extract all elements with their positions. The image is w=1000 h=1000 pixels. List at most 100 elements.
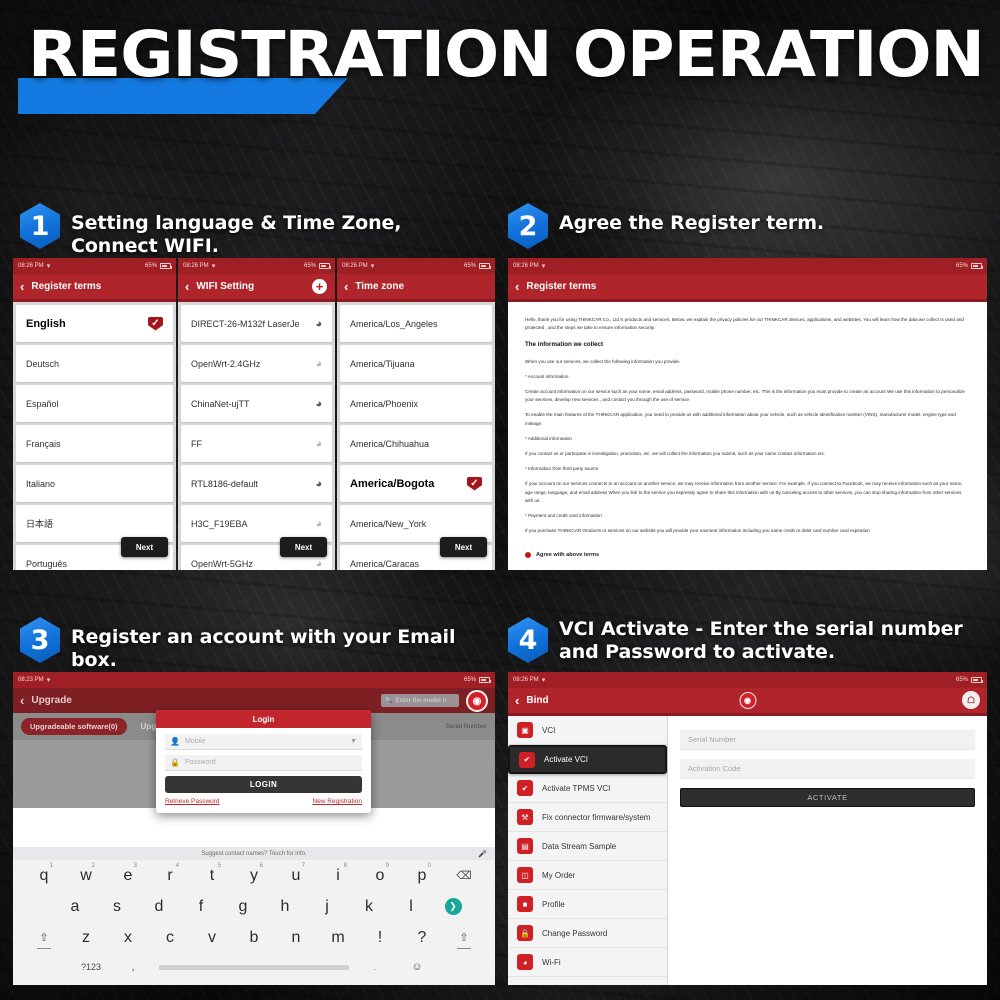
chevron-left-icon[interactable]: ‹ (20, 280, 24, 293)
chevron-left-icon[interactable]: ‹ (20, 694, 24, 707)
activation-code-input[interactable]: Activation Code (680, 759, 975, 779)
wifi-network-item[interactable]: ChinaNet-ujTT ◕ (181, 385, 332, 422)
chevron-left-icon[interactable]: ‹ (515, 694, 519, 707)
timezone-item-selected[interactable]: America/Bogota ✓ (340, 465, 492, 502)
key-g[interactable]: g (222, 891, 264, 922)
shift-icon-right[interactable]: ⇧ (443, 922, 485, 953)
timezone-item[interactable]: America/Los_Angeles (340, 305, 492, 342)
home-icon[interactable]: ☖ (962, 691, 980, 709)
key-v[interactable]: v (191, 922, 233, 953)
language-screen: 08:26 PM ▾ 65% ‹ Register terms English … (13, 258, 176, 570)
search-input[interactable]: 🔍 Enter the model n (381, 694, 459, 707)
key-q[interactable]: 1q (23, 860, 65, 891)
plus-icon[interactable]: + (312, 279, 327, 294)
wifi-icon: ▾ (211, 263, 216, 270)
agree-terms-row[interactable]: Agree with above terms (508, 548, 987, 566)
timezone-next-button[interactable]: Next (440, 537, 487, 557)
caret-down-icon[interactable]: ▼ (350, 738, 357, 745)
wifi-network-item[interactable]: RTL8186-default ◕ (181, 465, 332, 502)
microphone-icon[interactable]: 🎤 (478, 850, 487, 858)
camera-icon[interactable]: ◉ (739, 692, 756, 709)
key-period[interactable]: . (354, 953, 396, 981)
new-registration-link[interactable]: New Registration (313, 798, 363, 805)
upgrade-tab[interactable]: Upg (141, 722, 157, 731)
chevron-left-icon[interactable]: ‹ (344, 280, 348, 293)
upgradeable-software-pill[interactable]: Upgradeable software(0) (21, 718, 127, 735)
sidebar-item-my-order[interactable]: ◫ My Order (508, 861, 667, 890)
key-e[interactable]: 3e (107, 860, 149, 891)
key-d[interactable]: d (138, 891, 180, 922)
key-k[interactable]: k (348, 891, 390, 922)
step-caption-text-1: Setting language & Time Zone, Connect WI… (71, 212, 402, 257)
key-m[interactable]: m (317, 922, 359, 953)
sidebar-item-data-stream-sample[interactable]: ▤ Data Stream Sample (508, 832, 667, 861)
key-p[interactable]: 0p (401, 860, 443, 891)
wifi-ssid: FF (191, 438, 202, 449)
key-r[interactable]: 4r (149, 860, 191, 891)
language-item-deutsch[interactable]: Deutsch (16, 345, 173, 382)
password-field[interactable]: 🔒 Password (165, 755, 362, 771)
sidebar-item-change-password[interactable]: 🔒 Change Password (508, 919, 667, 948)
key-exclaim[interactable]: ! (359, 922, 401, 953)
enter-key[interactable]: ❯ (432, 891, 474, 922)
shift-icon-left[interactable]: ⇧ (23, 922, 65, 953)
key-n[interactable]: n (275, 922, 317, 953)
key-comma[interactable]: , (112, 953, 154, 981)
key-y[interactable]: 6y (233, 860, 275, 891)
serial-number-input[interactable]: Serial Number (680, 730, 975, 750)
backspace-icon[interactable]: ⌫ (443, 860, 485, 891)
serial-number-label: Serial Number (445, 723, 487, 730)
key-i[interactable]: 8i (317, 860, 359, 891)
language-item-espanol[interactable]: Español (16, 385, 173, 422)
spacebar-key[interactable] (154, 953, 354, 981)
key-s[interactable]: s (96, 891, 138, 922)
key-w[interactable]: 2w (65, 860, 107, 891)
activate-button[interactable]: ACTIVATE (680, 788, 975, 807)
wifi-next-button[interactable]: Next (280, 537, 327, 557)
timezone-screen: 08:26 PM ▾ 65% ‹ Time zone America/Los_A… (337, 258, 495, 570)
timezone-list: America/Los_Angeles America/Tijuana Amer… (337, 302, 495, 570)
key-o[interactable]: 9o (359, 860, 401, 891)
timezone-item[interactable]: America/Phoenix (340, 385, 492, 422)
login-submit-button[interactable]: LOGIN (165, 776, 362, 793)
sidebar-item-wifi[interactable]: ◕ Wi-Fi (508, 948, 667, 977)
key-l[interactable]: l (390, 891, 432, 922)
key-u[interactable]: 7u (275, 860, 317, 891)
language-item-francais[interactable]: Français (16, 425, 173, 462)
chevron-left-icon[interactable]: ‹ (185, 280, 189, 293)
account-field[interactable]: 👤 Mobile ▼ (165, 734, 362, 750)
key-x[interactable]: x (107, 922, 149, 953)
sidebar-item-fix-connector[interactable]: ⚒ Fix connector firmware/system (508, 803, 667, 832)
key-a[interactable]: a (54, 891, 96, 922)
chevron-left-icon[interactable]: ‹ (515, 280, 519, 293)
retrieve-password-link[interactable]: Retrieve Password (165, 798, 220, 805)
timezone-item[interactable]: America/Chihuahua (340, 425, 492, 462)
sidebar-item-activate-tpms-vci[interactable]: ✔ Activate TPMS VCI (508, 774, 667, 803)
key-t[interactable]: 5t (191, 860, 233, 891)
key-j[interactable]: j (306, 891, 348, 922)
language-label: 日本語 (26, 519, 54, 529)
language-item-italiano[interactable]: Italiano (16, 465, 173, 502)
key-z[interactable]: z (65, 922, 107, 953)
key-f[interactable]: f (180, 891, 222, 922)
camera-icon[interactable]: ◉ (466, 690, 488, 712)
keyboard-suggestion-bar[interactable]: Suggest contact names? Touch for info. 🎤 (13, 847, 495, 860)
key-b[interactable]: b (233, 922, 275, 953)
wifi-network-item[interactable]: FF ◕ (181, 425, 332, 462)
language-item-english[interactable]: English ✓ (16, 305, 173, 342)
sidebar-item-label: Wi-Fi (542, 957, 561, 967)
timezone-item[interactable]: America/Tijuana (340, 345, 492, 382)
wifi-network-item[interactable]: OpenWrt-2.4GHz ◕ (181, 345, 332, 382)
wifi-network-item[interactable]: DIRECT-26-M132f LaserJe ◕ (181, 305, 332, 342)
language-next-button[interactable]: Next (121, 537, 168, 557)
radio-checked-icon[interactable] (525, 552, 531, 559)
status-time: 08:23 PM (18, 677, 44, 683)
sidebar-item-activate-vci[interactable]: ✔ Activate VCI (508, 745, 667, 774)
numeric-switch-key[interactable]: ?123 (70, 953, 112, 981)
key-h[interactable]: h (264, 891, 306, 922)
key-c[interactable]: c (149, 922, 191, 953)
sidebar-item-vci[interactable]: ▣ VCI (508, 716, 667, 745)
emoji-icon[interactable]: ☺ (396, 953, 438, 981)
key-question[interactable]: ? (401, 922, 443, 953)
sidebar-item-profile[interactable]: ■ Profile (508, 890, 667, 919)
